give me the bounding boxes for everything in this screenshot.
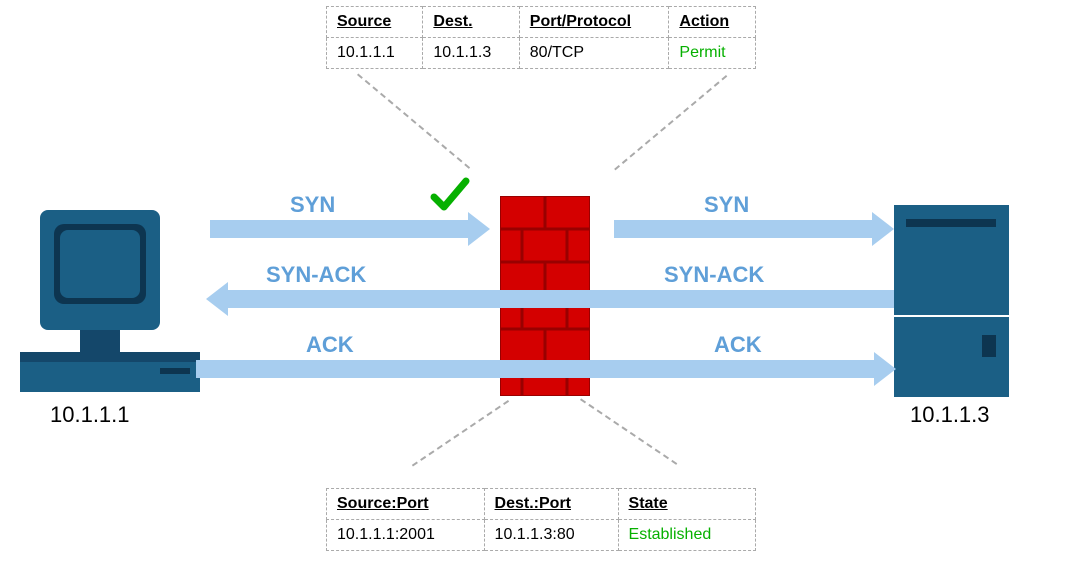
server-ip-label: 10.1.1.3: [910, 402, 990, 428]
syn-right-label: SYN: [704, 192, 749, 218]
acl-source: 10.1.1.1: [327, 38, 423, 69]
ack-left-label: ACK: [306, 332, 354, 358]
syn-left-label: SYN: [290, 192, 335, 218]
acl-h-source: Source: [327, 7, 423, 38]
server-icon: [894, 205, 1009, 405]
state-src: 10.1.1.1:2001: [327, 520, 485, 551]
connector-line: [580, 398, 677, 465]
syn-right-arrow: SYN: [614, 220, 874, 238]
client-computer-icon: [20, 210, 200, 405]
state-h-state: State: [618, 489, 755, 520]
acl-h-dest: Dest.: [423, 7, 519, 38]
connector-line: [412, 400, 509, 467]
synack-right-label: SYN-ACK: [664, 262, 764, 288]
state-state: Established: [618, 520, 755, 551]
acl-h-action: Action: [669, 7, 756, 38]
ack-arrow: ACK: [196, 360, 876, 378]
acl-h-port: Port/Protocol: [519, 7, 669, 38]
state-table: Source:Port Dest.:Port State 10.1.1.1:20…: [326, 488, 756, 551]
synack-left-label: SYN-ACK: [266, 262, 366, 288]
acl-table: Source Dest. Port/Protocol Action 10.1.1…: [326, 6, 756, 69]
connector-line: [357, 73, 470, 168]
client-ip-label: 10.1.1.1: [50, 402, 130, 428]
syn-left-arrow: SYN: [210, 220, 470, 238]
acl-dest: 10.1.1.3: [423, 38, 519, 69]
ack-right-label: ACK: [714, 332, 762, 358]
state-dst: 10.1.1.3:80: [484, 520, 618, 551]
state-h-src: Source:Port: [327, 489, 485, 520]
check-icon: [430, 175, 470, 225]
acl-port: 80/TCP: [519, 38, 669, 69]
connector-line: [614, 75, 727, 170]
synack-left-arrow: SYN-ACK: [226, 290, 486, 308]
state-h-dst: Dest.:Port: [484, 489, 618, 520]
acl-action: Permit: [669, 38, 756, 69]
